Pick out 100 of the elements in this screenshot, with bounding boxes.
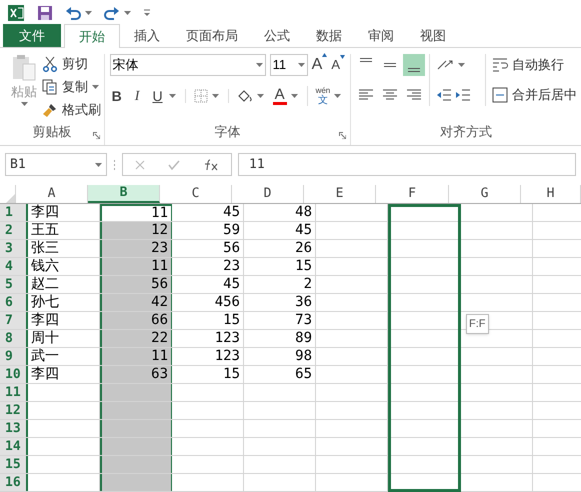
customize-icon[interactable] <box>143 8 151 16</box>
row-header[interactable]: 14 <box>0 438 28 455</box>
copy-icon <box>42 79 58 95</box>
italic-button[interactable]: I <box>132 86 142 106</box>
clipboard-icon <box>11 54 37 82</box>
drag-handle-icon <box>113 158 116 170</box>
column-header[interactable]: F <box>376 185 449 203</box>
align-icon <box>384 63 396 67</box>
tooltip: F:F <box>466 314 488 334</box>
caret-icon <box>95 162 102 166</box>
vertical-align-button[interactable] <box>403 54 425 76</box>
wrap-text-button[interactable]: 自动换行 <box>492 54 577 76</box>
font-size-field[interactable]: 11 <box>270 54 308 76</box>
row-header[interactable]: 9 <box>0 348 28 365</box>
row-header[interactable]: 15 <box>0 456 28 473</box>
paintbrush-icon <box>42 102 58 118</box>
active-cell: 11 <box>100 204 172 221</box>
row-header[interactable]: 7 <box>0 312 28 329</box>
bold-button[interactable]: B <box>110 86 124 106</box>
ribbon-tab[interactable]: 公式 <box>252 24 302 47</box>
file-tab[interactable]: 文件 <box>3 24 61 47</box>
caret-icon <box>290 94 298 98</box>
name-box[interactable]: B1 <box>5 153 107 176</box>
table-cell: 赵二 <box>28 276 100 293</box>
decrease-indent-icon[interactable] <box>436 88 452 102</box>
borders-icon[interactable] <box>194 89 208 103</box>
ribbon-tab[interactable]: 页面布局 <box>174 24 250 47</box>
caret-icon <box>298 63 305 67</box>
formula-field[interactable]: 11 <box>238 153 576 176</box>
function-icon[interactable] <box>203 158 220 170</box>
copy-button[interactable]: 复制 <box>42 77 101 97</box>
row-header[interactable]: 16 <box>0 474 28 491</box>
ribbon-tab[interactable]: 审阅 <box>356 24 406 47</box>
underline-button[interactable]: U <box>150 86 165 106</box>
table-cell: 23 <box>100 240 172 257</box>
table-cell: 11 <box>100 258 172 275</box>
phonetic-button[interactable]: wén 文 <box>316 86 330 106</box>
align-icon <box>382 88 398 102</box>
row-header[interactable]: 12 <box>0 402 28 419</box>
row-header[interactable]: 6 <box>0 294 28 311</box>
caret-icon <box>85 10 92 14</box>
font-color-button[interactable]: A <box>272 88 287 104</box>
caret-icon <box>212 94 219 98</box>
ribbon-tab[interactable]: 开始 <box>64 24 120 48</box>
row-header[interactable]: 10 <box>0 366 28 383</box>
merge-center-button[interactable]: 合并后居中 <box>492 84 577 106</box>
row-header[interactable]: 13 <box>0 420 28 437</box>
dialog-launcher-icon[interactable] <box>339 132 346 139</box>
group-label: 对齐方式 <box>440 122 492 140</box>
dialog-launcher-icon[interactable] <box>92 132 100 139</box>
font-name-field[interactable]: 宋体 <box>110 54 266 76</box>
table-cell: 56 <box>100 276 172 293</box>
table-cell: 63 <box>100 366 172 383</box>
spreadsheet-app-icon[interactable] <box>7 4 25 22</box>
undo-icon[interactable] <box>65 4 81 20</box>
ribbon-tab[interactable]: 插入 <box>122 24 172 47</box>
column-header[interactable]: E <box>304 185 376 203</box>
caret-icon <box>92 85 99 89</box>
table-cell: 李四 <box>28 366 100 383</box>
table-cell: 42 <box>100 294 172 311</box>
format-painter-button[interactable]: 格式刷 <box>42 100 101 120</box>
redo-icon[interactable] <box>104 4 120 20</box>
checkmark-icon[interactable] <box>168 160 180 170</box>
column-header[interactable]: C <box>160 185 232 203</box>
increase-indent-icon[interactable] <box>455 88 471 102</box>
row-header[interactable]: 8 <box>0 330 28 347</box>
save-icon[interactable] <box>37 4 53 20</box>
column-header[interactable]: B <box>88 185 160 203</box>
merge-cells-icon <box>492 87 508 103</box>
column-header[interactable]: G <box>449 185 521 203</box>
table-cell: 11 <box>100 348 172 365</box>
group-label: 字体 <box>214 122 240 140</box>
table-cell: 张三 <box>28 240 100 257</box>
up-triangle-icon <box>322 53 328 57</box>
row-header[interactable]: 4 <box>0 258 28 275</box>
row-header[interactable]: 2 <box>0 222 28 239</box>
grow-font-button[interactable]: A <box>312 53 328 77</box>
ribbon-tab[interactable]: 视图 <box>408 24 458 47</box>
row-header[interactable]: 5 <box>0 276 28 293</box>
scissors-icon <box>42 56 58 72</box>
row-header[interactable]: 1 <box>0 204 28 221</box>
table-cell: 武一 <box>28 348 100 365</box>
cut-button[interactable]: 剪切 <box>42 54 101 74</box>
ribbon-tab[interactable]: 数据 <box>304 24 354 47</box>
align-icon <box>406 88 422 102</box>
row-header[interactable]: 3 <box>0 240 28 257</box>
align-icon <box>358 88 374 102</box>
shrink-font-button[interactable]: A <box>331 55 345 75</box>
down-triangle-icon <box>340 55 345 60</box>
column-header[interactable]: H <box>521 185 581 203</box>
align-icon <box>360 58 372 62</box>
caret-icon <box>334 94 342 98</box>
fill-bucket-icon[interactable] <box>236 89 253 103</box>
table-cell: 李四 <box>28 312 100 329</box>
row-header[interactable]: 11 <box>0 384 28 401</box>
caret-icon <box>256 94 264 98</box>
column-header[interactable]: D <box>232 185 304 203</box>
caret-icon <box>20 102 28 106</box>
wrap-text-icon <box>492 57 508 73</box>
caret-icon <box>124 10 131 14</box>
